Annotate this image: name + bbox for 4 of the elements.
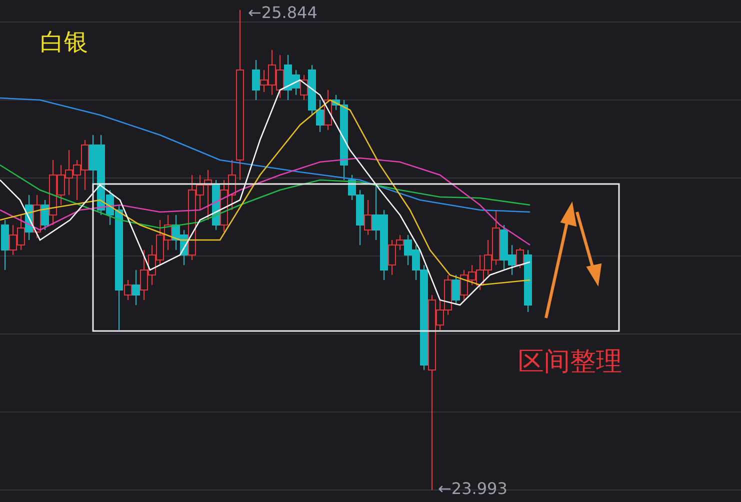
high-price-label: ←25.844 (248, 5, 318, 21)
low-price-label: ←23.993 (438, 481, 508, 497)
range-annotation: 区间整理 (518, 349, 622, 375)
chart-title: 白银 (40, 30, 88, 54)
